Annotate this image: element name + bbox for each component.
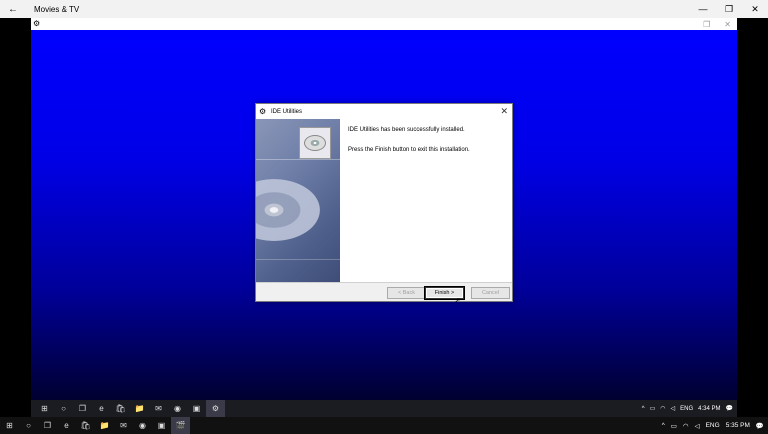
task-view-icon[interactable]: ❐ xyxy=(38,417,57,434)
tray-chevron-icon[interactable]: ^ xyxy=(662,422,665,429)
vm-window-controls: ❐ ✕ xyxy=(703,18,731,30)
dialog-footer: < Back Finish > Cancel ➚ xyxy=(256,282,512,305)
window-controls: — ❐ ✕ xyxy=(690,0,768,18)
notification-icon[interactable]: 💬 xyxy=(756,422,764,430)
vm-titlebar: ⚙ ❐ ✕ xyxy=(31,18,737,30)
disc-graphic xyxy=(304,135,326,151)
chrome-icon[interactable]: ◉ xyxy=(133,417,152,434)
store-icon[interactable]: 🛍 xyxy=(111,400,130,417)
dialog-body: IDE Utilities has been successfully inst… xyxy=(256,119,512,282)
instruction-message: Press the Finish button to exit this ins… xyxy=(348,147,470,153)
movies-tv-icon[interactable]: 🎬 xyxy=(171,417,190,434)
tray-chevron-icon[interactable]: ^ xyxy=(642,406,645,412)
installer-icon: ⚙ xyxy=(259,107,267,116)
back-arrow-icon[interactable]: ← xyxy=(0,0,26,18)
vm-system-tray: ^ ▭ ◠ ◁ ENG 4:34 PM 💬 xyxy=(642,400,733,417)
maximize-icon[interactable]: ❐ xyxy=(716,0,742,18)
cortana-icon[interactable]: ○ xyxy=(19,417,38,434)
language-indicator[interactable]: ENG xyxy=(706,422,720,429)
outer-titlebar: ← Movies & TV — ❐ ✕ xyxy=(0,0,768,18)
banner-line xyxy=(256,259,340,260)
clock[interactable]: 4:34 PM xyxy=(698,406,720,412)
mail-icon[interactable]: ✉ xyxy=(114,417,133,434)
minimize-icon[interactable]: — xyxy=(690,0,716,18)
restore-icon[interactable]: ❐ xyxy=(703,20,710,29)
cortana-icon[interactable]: ○ xyxy=(54,400,73,417)
language-indicator[interactable]: ENG xyxy=(680,406,693,412)
cd-icon xyxy=(299,127,331,159)
app-icon[interactable]: ▣ xyxy=(187,400,206,417)
host-system-tray: ^ ▭ ◠ ◁ ENG 5:35 PM 💬 xyxy=(662,417,764,434)
notification-icon[interactable]: 💬 xyxy=(726,405,733,412)
windows-start-icon[interactable]: ⊞ xyxy=(0,417,19,434)
back-button[interactable]: < Back xyxy=(387,287,426,299)
network-icon[interactable]: ▭ xyxy=(650,405,656,412)
banner-line xyxy=(256,159,340,160)
chrome-icon[interactable]: ◉ xyxy=(168,400,187,417)
setup-icon[interactable]: ⚙ xyxy=(206,400,225,417)
window-title: Movies & TV xyxy=(34,4,80,14)
explorer-icon[interactable]: 📁 xyxy=(130,400,149,417)
volume-icon[interactable]: ◁ xyxy=(671,405,676,412)
cd-disc-image xyxy=(256,179,320,241)
dialog-close-icon[interactable]: ✕ xyxy=(500,106,508,116)
mouse-pointer-icon: ➚ xyxy=(454,296,461,305)
edge-icon[interactable]: e xyxy=(57,417,76,434)
mail-icon[interactable]: ✉ xyxy=(149,400,168,417)
vm-app-icon: ⚙ xyxy=(33,19,41,28)
explorer-icon[interactable]: 📁 xyxy=(95,417,114,434)
clock[interactable]: 5:35 PM xyxy=(726,422,750,429)
volume-muted-icon[interactable]: ◁ xyxy=(695,422,700,430)
wifi-icon[interactable]: ◠ xyxy=(683,422,689,430)
vm-close-icon[interactable]: ✕ xyxy=(724,20,731,29)
installer-dialog: ⚙ IDE Utilities ✕ IDE Utilities has been… xyxy=(255,103,513,305)
store-icon[interactable]: 🛍 xyxy=(76,417,95,434)
letterbox-left xyxy=(0,18,31,400)
letterbox-right xyxy=(737,18,768,400)
cancel-button[interactable]: Cancel xyxy=(471,287,510,299)
task-view-icon[interactable]: ❐ xyxy=(73,400,92,417)
wifi-icon[interactable]: ◠ xyxy=(660,405,665,412)
dialog-title: IDE Utilities xyxy=(271,108,303,115)
dialog-titlebar: ⚙ IDE Utilities ✕ xyxy=(256,104,512,119)
windows-start-icon[interactable]: ⊞ xyxy=(35,400,54,417)
success-message: IDE Utilities has been successfully inst… xyxy=(348,127,465,133)
edge-icon[interactable]: e xyxy=(92,400,111,417)
app-icon[interactable]: ▣ xyxy=(152,417,171,434)
network-icon[interactable]: ▭ xyxy=(671,422,677,430)
host-taskbar: ⊞ ○ ❐ e 🛍 📁 ✉ ◉ ▣ 🎬 ^ ▭ ◠ ◁ ENG 5:35 PM … xyxy=(0,417,768,434)
side-banner-image xyxy=(256,119,340,282)
vm-taskbar: ⊞ ○ ❐ e 🛍 📁 ✉ ◉ ▣ ⚙ ^ ▭ ◠ ◁ ENG 4:34 PM … xyxy=(31,400,737,417)
close-icon[interactable]: ✕ xyxy=(742,0,768,18)
